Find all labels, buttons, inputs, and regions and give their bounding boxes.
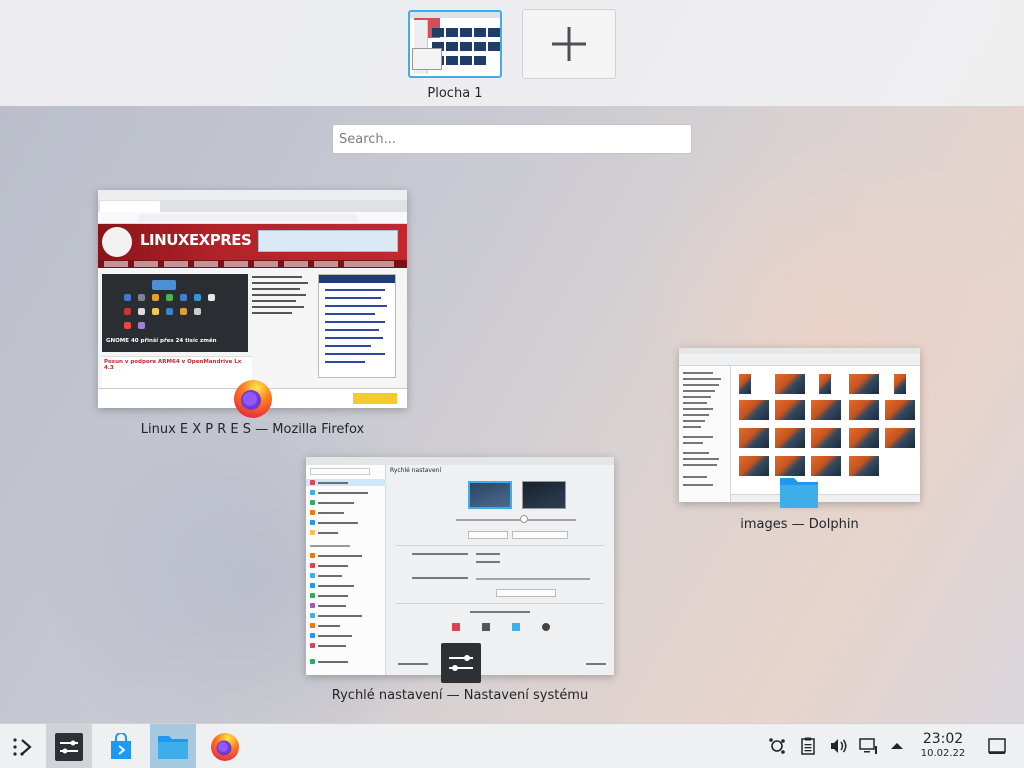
volume-button[interactable] <box>828 736 848 756</box>
application-launcher-icon <box>13 737 32 756</box>
clipboard-icon <box>801 737 815 755</box>
kde-connect-button[interactable] <box>767 736 787 756</box>
arrow-up-icon <box>891 743 903 749</box>
task-firefox[interactable] <box>202 724 248 768</box>
clock-time[interactable]: 23:02 <box>918 731 968 747</box>
window-caption-system-settings[interactable]: Rychlé nastavení — Nastavení systému <box>306 688 614 703</box>
application-launcher-button[interactable] <box>0 724 46 768</box>
folder-icon <box>158 735 188 759</box>
settings-icon <box>441 643 481 683</box>
site-logo-text: LINUXEXPRES <box>140 231 252 249</box>
firefox-icon <box>234 380 272 418</box>
task-discover[interactable] <box>98 724 144 768</box>
show-desktop-icon <box>988 738 1006 754</box>
virtual-desktop-bar: Plocha 1 <box>0 0 1024 106</box>
add-desktop-button[interactable] <box>522 9 616 79</box>
desktop-thumbnail-plocha-1[interactable] <box>408 10 502 78</box>
settings-page-title: Rychlé nastavení <box>390 467 442 474</box>
network-button[interactable] <box>858 736 878 756</box>
store-icon <box>111 732 131 759</box>
kde-connect-icon <box>769 738 785 754</box>
window-caption-dolphin[interactable]: images — Dolphin <box>679 517 920 532</box>
task-system-settings[interactable] <box>46 724 92 768</box>
network-icon <box>859 738 877 754</box>
linuxexpres-logo-icon <box>102 227 132 257</box>
taskbar <box>0 723 1024 768</box>
desktop-label: Plocha 1 <box>427 86 483 101</box>
article-title: Posun v podpore ARM64 v OpenMandrive Lx … <box>104 359 242 371</box>
show-hidden-icons-button[interactable] <box>887 736 907 756</box>
task-dolphin[interactable] <box>150 724 196 768</box>
search-input[interactable] <box>332 124 692 154</box>
volume-icon <box>831 739 847 753</box>
article-headline: GNOME 40 přinší přes 24 tisíc změn <box>106 338 217 344</box>
settings-icon <box>55 732 83 761</box>
clock-date[interactable]: 10.02.22 <box>918 748 968 759</box>
plus-icon <box>552 27 586 61</box>
folder-icon <box>780 478 818 508</box>
show-desktop-button[interactable] <box>987 736 1007 756</box>
clipboard-button[interactable] <box>798 736 818 756</box>
window-caption-firefox[interactable]: Linux E X P R E S — Mozilla Firefox <box>98 422 407 437</box>
firefox-icon <box>211 732 239 761</box>
